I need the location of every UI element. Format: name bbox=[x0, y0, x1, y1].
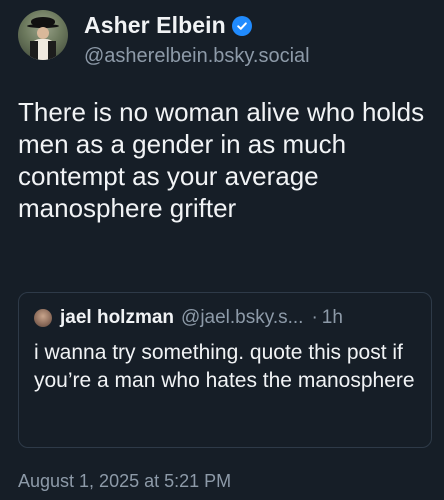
post-text: There is no woman alive who holds men as… bbox=[18, 97, 425, 223]
post-timestamp: August 1, 2025 at 5:21 PM bbox=[18, 471, 232, 491]
quote-author-name[interactable]: jael holzman bbox=[60, 307, 174, 329]
quoted-post[interactable]: jael holzman @jael.bsky.s... · 1h i wann… bbox=[18, 292, 432, 448]
checkmark-icon bbox=[236, 21, 247, 30]
verified-check-icon[interactable] bbox=[231, 15, 252, 36]
quote-author-avatar[interactable] bbox=[34, 309, 52, 327]
quote-time[interactable]: 1h bbox=[322, 307, 343, 329]
author-display-name[interactable]: Asher Elbein bbox=[84, 12, 226, 39]
quote-header: jael holzman @jael.bsky.s... · 1h bbox=[34, 307, 343, 329]
post-view: Asher Elbein @asherelbein.bsky.social Th… bbox=[0, 0, 444, 500]
author-row: Asher Elbein @asherelbein.bsky.social bbox=[18, 10, 310, 68]
quote-author-handle[interactable]: @jael.bsky.s... bbox=[181, 307, 303, 329]
display-name-line: Asher Elbein bbox=[84, 12, 310, 39]
avatar-vest-right bbox=[48, 41, 56, 60]
quote-separator: · bbox=[311, 307, 318, 328]
quote-text: i wanna try something. quote this post i… bbox=[34, 341, 415, 392]
avatar-face bbox=[37, 27, 49, 39]
author-avatar[interactable] bbox=[18, 10, 68, 60]
author-handle[interactable]: @asherelbein.bsky.social bbox=[84, 45, 310, 68]
avatar-vest-left bbox=[30, 41, 38, 60]
author-names: Asher Elbein @asherelbein.bsky.social bbox=[84, 12, 310, 68]
